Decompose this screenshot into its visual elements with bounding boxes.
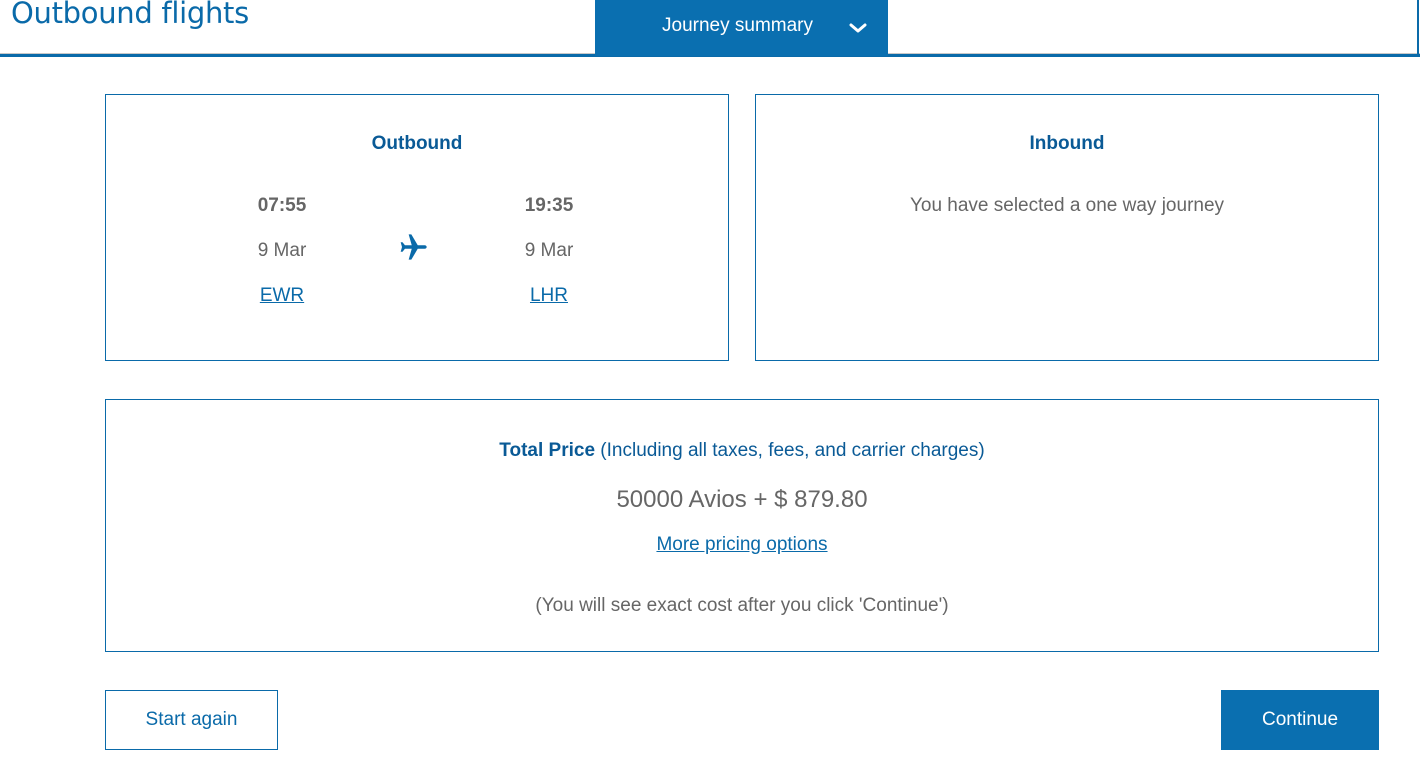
chevron-down-icon — [849, 23, 867, 33]
inbound-card: Inbound You have selected a one way jour… — [755, 94, 1379, 361]
outbound-card: Outbound 07:55 9 Mar EWR 19:35 9 Mar LHR — [105, 94, 729, 361]
arrival-date: 9 Mar — [524, 240, 574, 261]
airplane-icon — [400, 234, 427, 260]
total-price-heading: Total Price (Including all taxes, fees, … — [106, 440, 1378, 462]
total-price-subtext: (Including all taxes, fees, and carrier … — [595, 440, 985, 461]
page-title: Outbound flights — [11, 0, 249, 30]
total-price-card: Total Price (Including all taxes, fees, … — [105, 399, 1379, 652]
inbound-title: Inbound — [1029, 133, 1105, 154]
header-edge — [1417, 0, 1419, 55]
continue-button[interactable]: Continue — [1221, 690, 1379, 750]
journey-summary-label: Journey summary — [662, 15, 813, 36]
total-price-value: 50000 Avios + $ 879.80 — [616, 486, 868, 513]
arrival-airport-link[interactable]: LHR — [530, 285, 568, 306]
departure-airport-link[interactable]: EWR — [260, 285, 304, 306]
journey-summary-toggle[interactable]: Journey summary — [595, 0, 888, 56]
more-pricing-options-link[interactable]: More pricing options — [656, 534, 827, 555]
price-note: (You will see exact cost after you click… — [535, 595, 949, 616]
total-price-label: Total Price — [499, 440, 596, 461]
start-again-button[interactable]: Start again — [105, 690, 278, 750]
page-header: Outbound flights Journey summary — [0, 0, 1420, 57]
arrival-time: 19:35 — [524, 195, 574, 216]
outbound-title: Outbound — [371, 133, 463, 154]
departure-date: 9 Mar — [257, 240, 307, 261]
one-way-message: You have selected a one way journey — [909, 195, 1225, 216]
departure-time: 07:55 — [257, 195, 307, 216]
